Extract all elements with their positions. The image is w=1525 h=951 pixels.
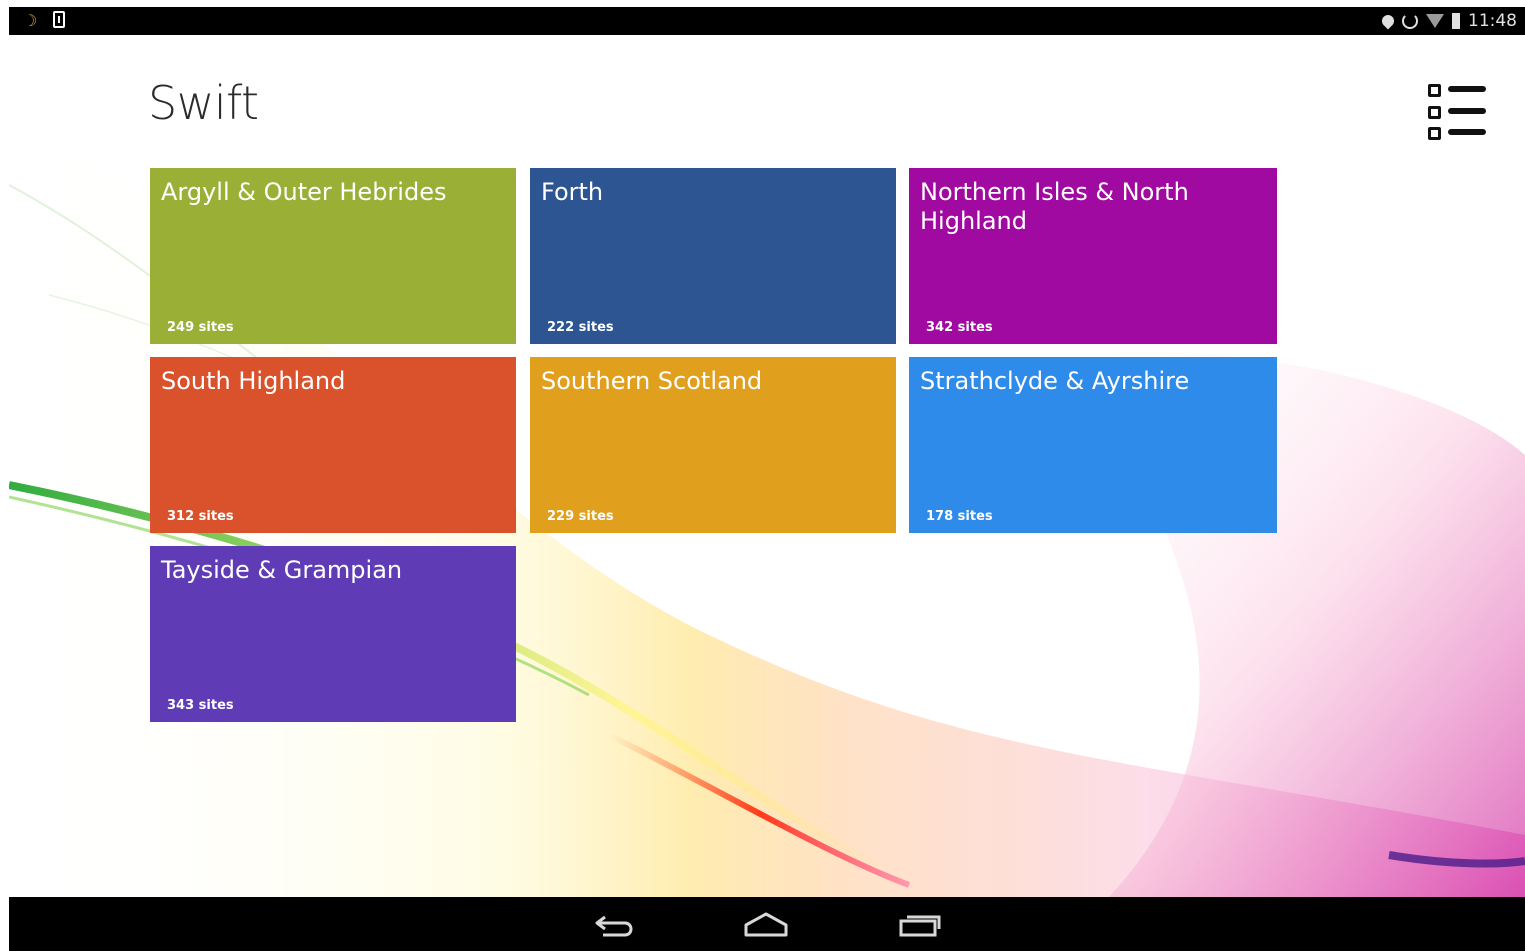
tile-name: Argyll & Outer Hebrides [161, 178, 447, 206]
back-icon[interactable] [593, 911, 639, 939]
tile-name: Forth [541, 178, 604, 206]
wifi-icon [1426, 14, 1444, 28]
navigation-bar [9, 897, 1525, 951]
status-bar: ☽ 11:48 [9, 7, 1525, 35]
tile-south-highland[interactable]: South Highland 312 sites [150, 357, 516, 533]
tile-site-count: 343 sites [167, 698, 234, 713]
recent-apps-icon[interactable] [897, 911, 943, 939]
list-view-icon [1428, 84, 1486, 97]
tile-site-count: 249 sites [167, 320, 234, 335]
tile-name: Southern Scotland [541, 367, 763, 395]
tile-strathclyde-ayrshire[interactable]: Strathclyde & Ayrshire 178 sites [909, 357, 1277, 533]
tile-site-count: 222 sites [547, 320, 614, 335]
tile-name: Tayside & Grampian [161, 556, 403, 584]
battery-icon [1452, 13, 1460, 29]
tile-argyll-outer-hebrides[interactable]: Argyll & Outer Hebrides 249 sites [150, 168, 516, 344]
status-icons: 11:48 [1379, 10, 1517, 32]
tile-tayside-grampian[interactable]: Tayside & Grampian 343 sites [150, 546, 516, 722]
list-view-button[interactable] [1424, 80, 1488, 144]
tile-site-count: 178 sites [926, 509, 993, 524]
tile-name: South Highland [161, 367, 346, 395]
download-icon [53, 11, 65, 28]
home-icon[interactable] [743, 911, 789, 939]
tile-site-count: 229 sites [547, 509, 614, 524]
tile-site-count: 342 sites [926, 320, 993, 335]
tile-forth[interactable]: Forth 222 sites [530, 168, 896, 344]
tile-name: Strathclyde & Ayrshire [920, 367, 1190, 395]
screen: ☽ 11:48 Swift Argyll & Outer Hebrides 24… [0, 0, 1525, 951]
tile-southern-scotland[interactable]: Southern Scotland 229 sites [530, 357, 896, 533]
tile-site-count: 312 sites [167, 509, 234, 524]
tile-northern-isles-north-highland[interactable]: Northern Isles & North Highland 342 site… [909, 168, 1277, 344]
tile-name: Northern Isles & North Highland [920, 178, 1189, 235]
status-time: 11:48 [1468, 11, 1517, 31]
moon-icon: ☽ [23, 11, 38, 30]
app-title: Swift [148, 76, 259, 130]
location-icon [1379, 12, 1397, 30]
sync-icon [1402, 13, 1418, 29]
